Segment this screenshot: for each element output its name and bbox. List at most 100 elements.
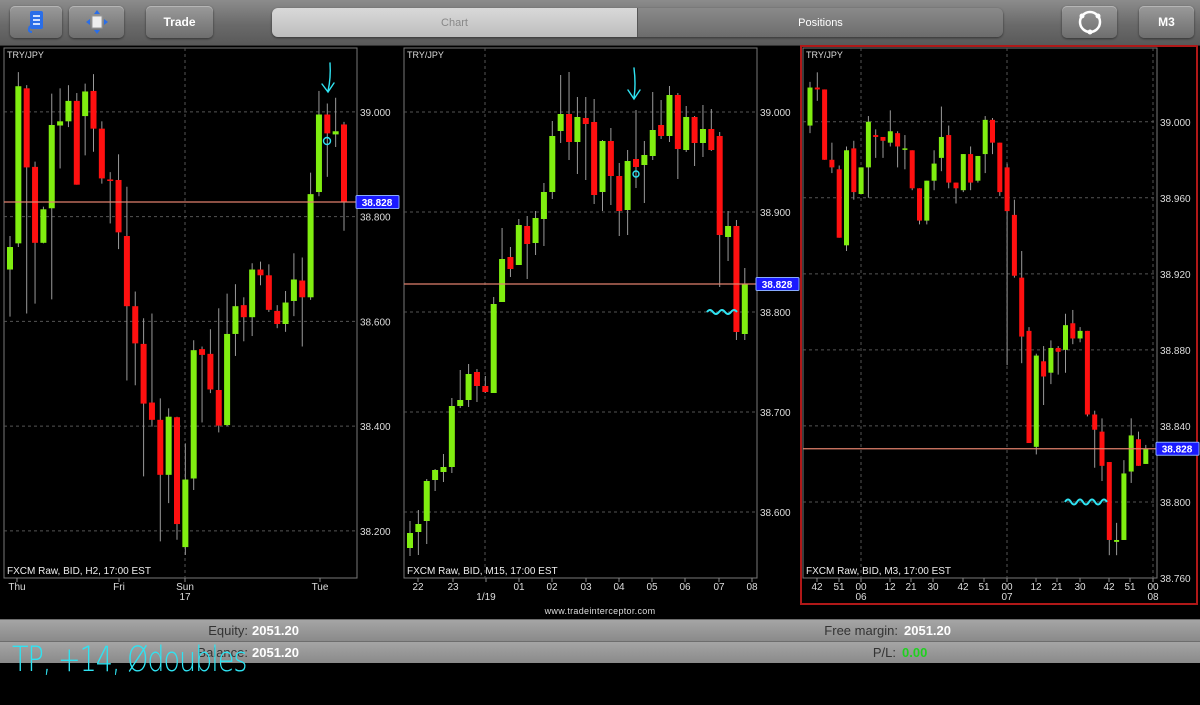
candle-body [968,154,974,183]
x-tick-label: 51 [833,582,845,593]
candle-body [98,128,105,179]
candle-body [115,179,122,233]
candle-body [82,91,89,117]
y-tick-label: 38.920 [1160,270,1191,281]
candle-body [699,129,706,143]
chart-symbol-title: TRY/JPY [7,50,44,60]
candle-body [282,302,289,324]
handwritten-note: TP, +14, Ødoubles [12,640,247,681]
chart-panel-2[interactable]: 39.000 38.900 38.800 38.700 38.600 22 23 1/19 01… [403,47,800,603]
candle-body [632,159,639,167]
candle [1033,353,1039,455]
candle-body [274,310,281,324]
candle-body [265,275,272,310]
candle-body [432,470,439,480]
candle-body [549,136,556,192]
charts-area[interactable]: 39.00038.80038.60038.40038.200Thu Fri Sun1… [0,0,1200,620]
candle-body [1041,361,1047,377]
candle [15,72,22,248]
x-tick-label: 06 [679,582,691,593]
candle-body [482,386,489,392]
candle-body [844,150,849,246]
candle-body [658,125,665,136]
x-tick-label: 42 [957,582,969,593]
y-tick-label: 38.840 [1160,422,1191,433]
x-tick-label: 07 [713,582,725,593]
x-tick-label: Tue [312,582,329,593]
candle-body [315,114,322,193]
candle-body [1026,330,1032,444]
free-margin-value: 2051.20 [904,623,951,638]
candle-body [1011,214,1017,276]
candle-body [1004,167,1010,212]
candle-body [48,124,55,209]
candle-body [290,279,297,301]
candle [174,416,180,540]
y-tick-label: 38.700 [760,408,791,419]
candle-body [674,95,681,149]
plot-area [403,47,758,579]
candle [515,219,522,265]
candle-body [683,117,690,150]
candle-body [829,159,835,168]
current-price-label: 38.828 [762,280,793,291]
candle-body [641,155,648,165]
candle-body [836,169,842,238]
candle-body [975,155,981,181]
candle-body [1077,330,1083,339]
candle-body [1143,448,1149,464]
candle [836,165,842,238]
candle-body [341,124,347,202]
candle-body [407,533,413,548]
x-tick-sublabel: 07 [1001,592,1013,603]
x-tick-label: 51 [1124,582,1136,593]
candle [490,297,497,393]
candle-body [814,87,820,90]
candle [975,155,981,183]
candle-body [215,389,222,426]
candle-body [917,188,922,221]
chart-panel-1[interactable]: 39.00038.80038.60038.40038.200Thu Fri Sun1… [3,47,400,603]
candle-body [57,121,64,126]
x-tick-label: 04 [613,582,625,593]
y-tick-label: 38.600 [760,508,791,519]
candle-body [902,148,908,150]
y-tick-label: 38.960 [1160,194,1191,205]
balance-value: 2051.20 [252,645,299,660]
candle-body [465,374,472,400]
x-tick-label: 51 [978,582,990,593]
y-tick-label: 38.800 [360,213,391,224]
candle [1084,330,1090,417]
candle-body [182,479,189,548]
candle [924,180,930,225]
candle-body [249,269,256,318]
candle-body [953,182,959,189]
candle-body [924,180,930,221]
candle-body [40,209,47,243]
y-tick-label: 39.000 [1160,118,1191,129]
x-tick-sublabel: 17 [179,592,191,603]
current-price-label: 38.828 [1162,445,1193,456]
x-tick-label: 30 [1074,582,1086,593]
x-tick-label: Thu [8,582,25,593]
candle-body [1070,323,1076,339]
equity-label: Equity: [208,623,248,638]
candle-body [1033,355,1039,447]
candle [858,167,864,194]
candle-body [691,117,698,143]
candle-body [1128,435,1134,472]
x-tick-label: 21 [1051,582,1063,593]
chart-panel-3[interactable]: 39.000 38.960 38.920 38.880 38.840 38.800 38.7… [800,45,1200,605]
x-tick-label: Fri [113,582,125,593]
candle-body [591,122,598,195]
candle-body [515,225,522,265]
candle-body [190,350,197,479]
candle-body [880,136,886,141]
chart-symbol-title: TRY/JPY [806,50,843,60]
candle-body [299,280,306,298]
candle-body [540,192,547,219]
candle-body [448,406,455,467]
candle-body [931,163,937,181]
candle-body [1084,330,1090,415]
candle-body [7,247,13,270]
